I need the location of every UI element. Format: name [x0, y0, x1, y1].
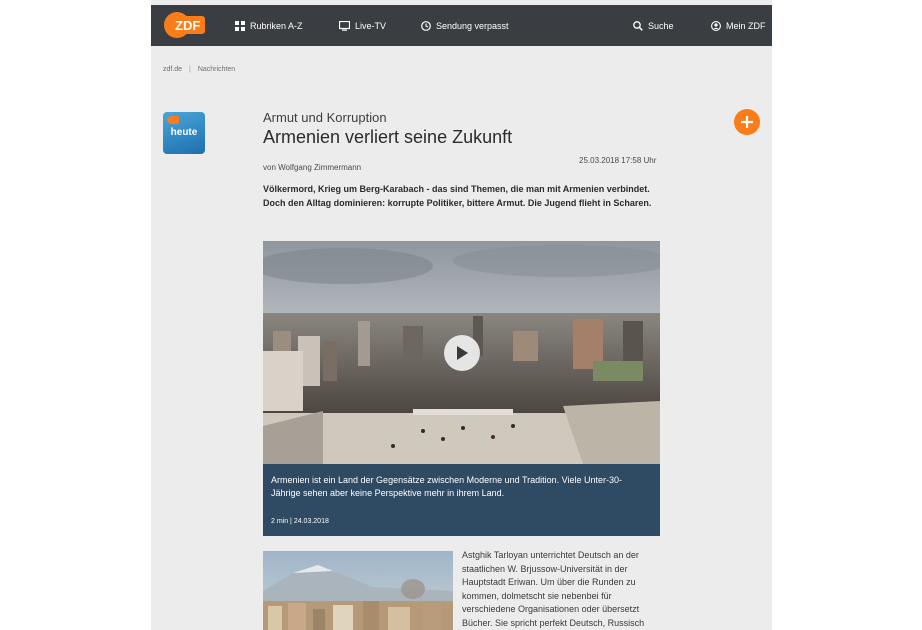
grid-icon [235, 20, 245, 31]
article-kicker: Armut und Korruption [263, 110, 387, 125]
nav-live-tv-label: Live-TV [355, 20, 387, 31]
zdf-logo[interactable]: ZDF [163, 11, 207, 39]
heute-logo-text: heute [170, 127, 198, 138]
article-author[interactable]: von Wolfgang Zimmermann [263, 163, 361, 172]
clock-icon [421, 20, 431, 31]
article-datetime: 25.03.2018 17:58 Uhr [579, 156, 657, 165]
page-container: ZDF Rubriken A-Z Live-TV Sendung verpass… [151, 0, 772, 630]
svg-text:ZDF: ZDF [175, 18, 200, 33]
zdf-mini-icon [167, 116, 179, 124]
tv-icon [339, 20, 350, 31]
nav-suche-label: Suche [648, 20, 674, 31]
search-icon [633, 20, 643, 31]
article-body-text: Astghik Tarloyan unterrichtet Deutsch an… [462, 550, 645, 628]
video-caption: Armenien ist ein Land der Gegensätze zwi… [271, 475, 623, 498]
nav-rubriken[interactable]: Rubriken A-Z [235, 5, 303, 46]
user-icon [711, 20, 721, 31]
zdf-logo-icon: ZDF [164, 12, 205, 38]
article-teaser: Völkermord, Krieg um Berg-Karabach - das… [263, 184, 652, 208]
video-meta: 2 min | 24.03.2018 [271, 518, 329, 525]
video-player[interactable] [263, 241, 660, 464]
play-icon [457, 346, 468, 360]
breadcrumb: zdf.de | Nachrichten [163, 66, 235, 73]
nav-live-tv[interactable]: Live-TV [339, 5, 386, 46]
article-title: Armenien verliert seine Zukunft [263, 127, 513, 147]
nav-sendung-verpasst[interactable]: Sendung verpasst [421, 5, 509, 46]
breadcrumb-separator: | [189, 66, 191, 73]
breadcrumb-item-home[interactable]: zdf.de [163, 66, 182, 73]
article-image-eriwan-graphic [263, 551, 453, 630]
nav-mein-zdf-label: Mein ZDF [726, 20, 766, 31]
article-image-eriwan[interactable] [263, 551, 453, 630]
top-navigation-bar: ZDF Rubriken A-Z Live-TV Sendung verpass… [151, 5, 772, 46]
breadcrumb-item-nachrichten[interactable]: Nachrichten [198, 66, 235, 73]
plus-icon [741, 116, 753, 128]
nav-mein-zdf[interactable]: Mein ZDF [711, 5, 766, 46]
nav-suche[interactable]: Suche [633, 5, 674, 46]
play-button[interactable] [444, 335, 480, 371]
heute-logo[interactable]: heute [163, 112, 205, 154]
nav-sendung-verpasst-label: Sendung verpasst [436, 20, 509, 31]
nav-rubriken-label: Rubriken A-Z [250, 20, 303, 31]
add-bookmark-button[interactable] [734, 109, 760, 135]
video-caption-box[interactable]: Armenien ist ein Land der Gegensätze zwi… [263, 464, 660, 536]
